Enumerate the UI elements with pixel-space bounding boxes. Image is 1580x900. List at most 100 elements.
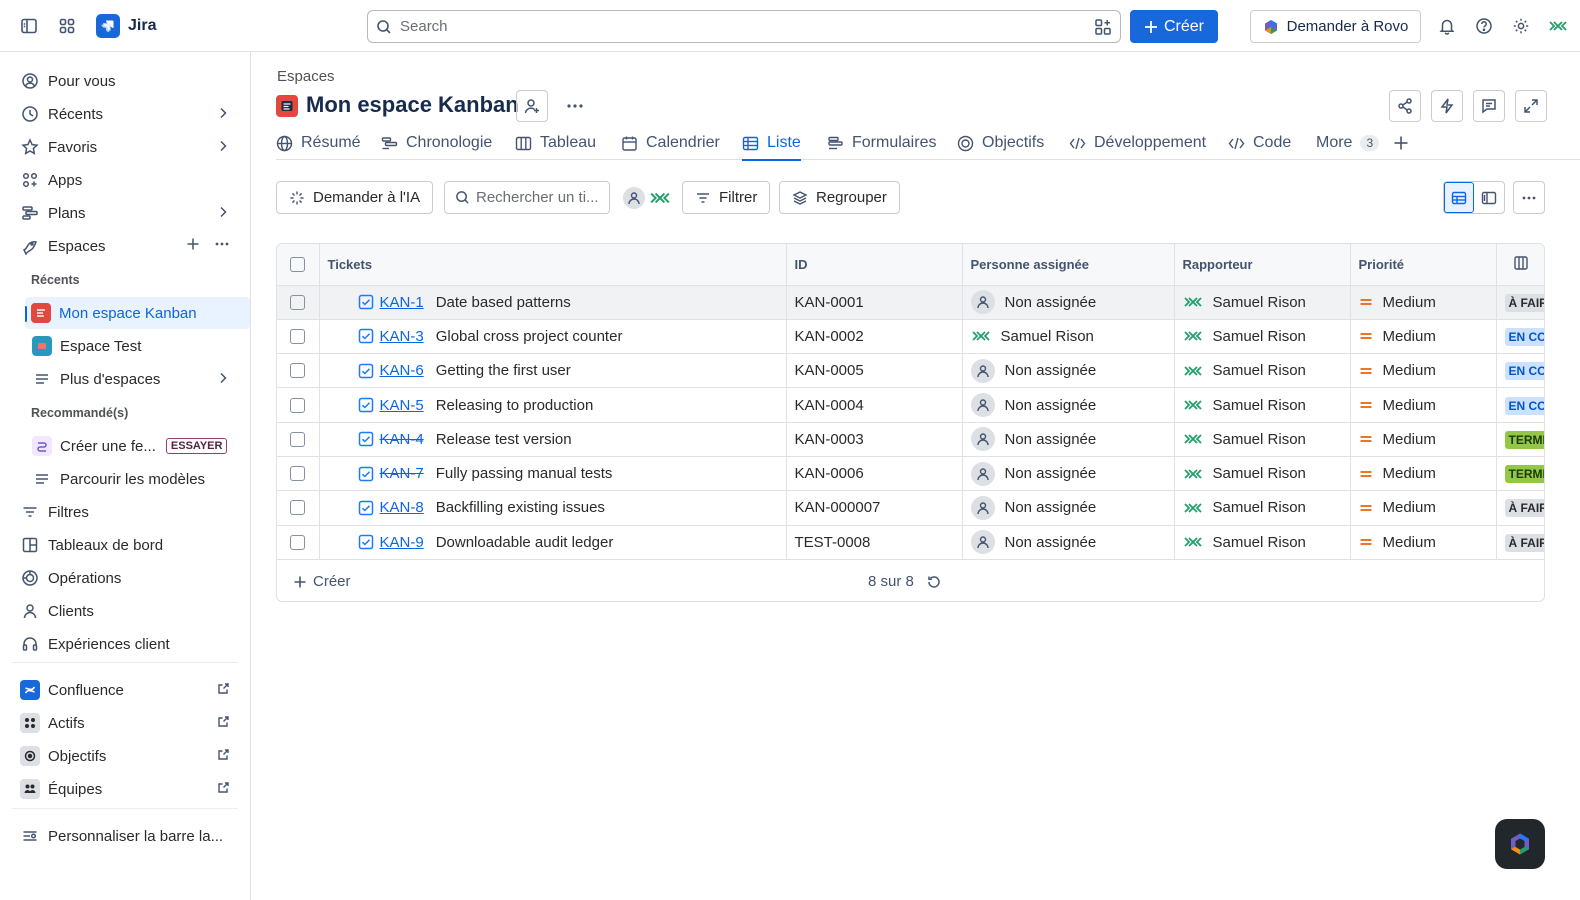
table-row[interactable]: KAN-3 Global cross project counter KAN-000… [277, 319, 1544, 355]
table-row[interactable]: KAN-1 Date based patterns KAN-0001 Non assi… [277, 285, 1544, 320]
profile-avatar[interactable] [1542, 10, 1574, 42]
table-row[interactable]: KAN-9 Downloadable audit ledger TEST-0008 N… [277, 525, 1544, 560]
row-checkbox[interactable] [290, 466, 306, 482]
ticket-key-link[interactable]: KAN-5 [380, 397, 424, 414]
create-button[interactable]: Créer [1130, 10, 1218, 43]
ticket-summary[interactable]: Releasing to production [436, 397, 594, 414]
global-search[interactable] [367, 10, 1121, 43]
search-input[interactable] [400, 18, 1050, 35]
priority-cell[interactable]: Medium [1350, 319, 1497, 355]
priority-cell[interactable]: Medium [1350, 525, 1497, 560]
assignee-cell[interactable]: Non assignée [962, 285, 1175, 320]
unassigned-avatar-icon[interactable] [621, 185, 647, 211]
priority-cell[interactable]: Medium [1350, 387, 1497, 423]
row-checkbox[interactable] [290, 431, 306, 447]
status-cell[interactable]: EN COURS [1496, 319, 1544, 355]
sidebar-toggle-icon[interactable] [13, 10, 45, 42]
ticket-summary[interactable]: Fully passing manual tests [436, 465, 613, 482]
row-checkbox[interactable] [290, 328, 306, 344]
priority-cell[interactable]: Medium [1350, 285, 1497, 320]
select-all-checkbox[interactable] [290, 256, 306, 272]
status-cell[interactable]: EN COURS [1496, 353, 1544, 389]
help-icon[interactable] [1468, 10, 1500, 42]
tab-chronologie[interactable]: Chronologie [381, 126, 492, 160]
row-checkbox[interactable] [290, 363, 306, 379]
sidebar-item-dashboards[interactable]: Tableaux de bord [10, 529, 242, 561]
assignee-avatar-filter[interactable] [621, 185, 671, 211]
sidebar-browse-templates[interactable]: Parcourir les modèles [10, 463, 242, 495]
tab-code[interactable]: Code [1228, 126, 1291, 160]
detail-view-icon[interactable] [1474, 182, 1504, 213]
sidebar-item-recents[interactable]: Récents [10, 98, 242, 130]
assignee-cell[interactable]: Non assignée [962, 490, 1175, 526]
priority-cell[interactable]: Medium [1350, 490, 1497, 526]
assignee-cell[interactable]: Non assignée [962, 456, 1175, 492]
ticket-summary[interactable]: Date based patterns [436, 294, 571, 311]
search-filter-icon[interactable] [1094, 18, 1112, 36]
sidebar-app-objectifs[interactable]: Objectifs [10, 740, 242, 772]
assignee-cell[interactable]: Non assignée [962, 353, 1175, 389]
sidebar-app-equipes[interactable]: Équipes [10, 773, 242, 805]
priority-cell[interactable]: Medium [1350, 422, 1497, 457]
row-checkbox[interactable] [290, 500, 306, 516]
feedback-icon[interactable] [1473, 90, 1505, 122]
filter-button[interactable]: Filtrer [682, 181, 771, 214]
ticket-key-link[interactable]: KAN-1 [380, 294, 424, 311]
assignee-cell[interactable]: Non assignée [962, 422, 1175, 457]
status-cell[interactable]: TERMINÉ [1496, 456, 1544, 492]
sidebar-space-kanban[interactable]: Mon espace Kanban [25, 297, 250, 329]
ticket-summary[interactable]: Backfilling existing issues [436, 499, 605, 516]
status-cell[interactable]: À FAIRE [1496, 490, 1544, 526]
settings-gear-icon[interactable] [1505, 10, 1537, 42]
sidebar-space-test[interactable]: Espace Test [10, 330, 242, 362]
sidebar-item-apps[interactable]: Apps [10, 164, 242, 196]
reporter-cell[interactable]: Samuel Rison [1174, 353, 1351, 389]
ticket-key-link[interactable]: KAN-4 [380, 431, 424, 448]
add-people-icon[interactable] [516, 90, 548, 122]
app-switcher-icon[interactable] [51, 10, 83, 42]
ticket-key-link[interactable]: KAN-7 [380, 465, 424, 482]
ticket-key-link[interactable]: KAN-8 [380, 499, 424, 516]
sidebar-more-spaces[interactable]: Plus d'espaces [10, 363, 242, 395]
columns-settings-icon[interactable] [1513, 255, 1529, 271]
assignee-cell[interactable]: Non assignée [962, 387, 1175, 423]
column-header-assignee[interactable]: Personne assignée [962, 244, 1175, 286]
sidebar-item-filtres[interactable]: Filtres [10, 496, 242, 528]
tab-formulaires[interactable]: Formulaires [827, 126, 936, 160]
priority-cell[interactable]: Medium [1350, 353, 1497, 389]
breadcrumb[interactable]: Espaces [277, 68, 335, 85]
ticket-summary[interactable]: Downloadable audit ledger [436, 534, 614, 551]
sidebar-item-pour-vous[interactable]: Pour vous [10, 65, 242, 97]
tab-liste[interactable]: Liste [742, 126, 801, 161]
row-checkbox[interactable] [290, 397, 306, 413]
sidebar-item-customer-experiences[interactable]: Expériences client [10, 628, 242, 660]
row-checkbox[interactable] [290, 534, 306, 550]
assignee-cell[interactable]: Samuel Rison [962, 319, 1175, 355]
assignee-cell[interactable]: Non assignée [962, 525, 1175, 560]
group-button[interactable]: Regrouper [779, 181, 900, 214]
reporter-cell[interactable]: Samuel Rison [1174, 490, 1351, 526]
reporter-cell[interactable]: Samuel Rison [1174, 525, 1351, 560]
ticket-key-link[interactable]: KAN-6 [380, 362, 424, 379]
add-space-plus-icon[interactable] [186, 237, 200, 251]
tab-resume[interactable]: Résumé [276, 126, 361, 160]
refresh-icon[interactable] [926, 574, 942, 590]
user-avatar-icon[interactable] [649, 187, 671, 209]
table-row[interactable]: KAN-6 Getting the first user KAN-0005 Non a… [277, 353, 1544, 389]
rovo-chat-button[interactable] [1495, 819, 1545, 869]
tab-developpement[interactable]: Développement [1069, 126, 1206, 160]
more-options-icon[interactable] [1513, 181, 1545, 214]
ask-ai-button[interactable]: Demander à l'IA [276, 181, 434, 214]
ticket-key-link[interactable]: KAN-9 [380, 534, 424, 551]
ticket-key-link[interactable]: KAN-3 [380, 328, 424, 345]
reporter-cell[interactable]: Samuel Rison [1174, 387, 1351, 423]
sidebar-app-actifs[interactable]: Actifs [10, 707, 242, 739]
status-cell[interactable]: TERMINÉ [1496, 422, 1544, 457]
table-row[interactable]: KAN-5 Releasing to production KAN-0004 Non … [277, 387, 1544, 423]
jira-home-link[interactable]: Jira [96, 14, 156, 38]
automation-lightning-icon[interactable] [1431, 90, 1463, 122]
sidebar-customize[interactable]: Personnaliser la barre la... [10, 820, 242, 852]
column-header-tickets[interactable]: Tickets [319, 244, 787, 286]
sidebar-item-operations[interactable]: Opérations [10, 562, 242, 594]
sidebar-item-plans[interactable]: Plans [10, 197, 242, 229]
